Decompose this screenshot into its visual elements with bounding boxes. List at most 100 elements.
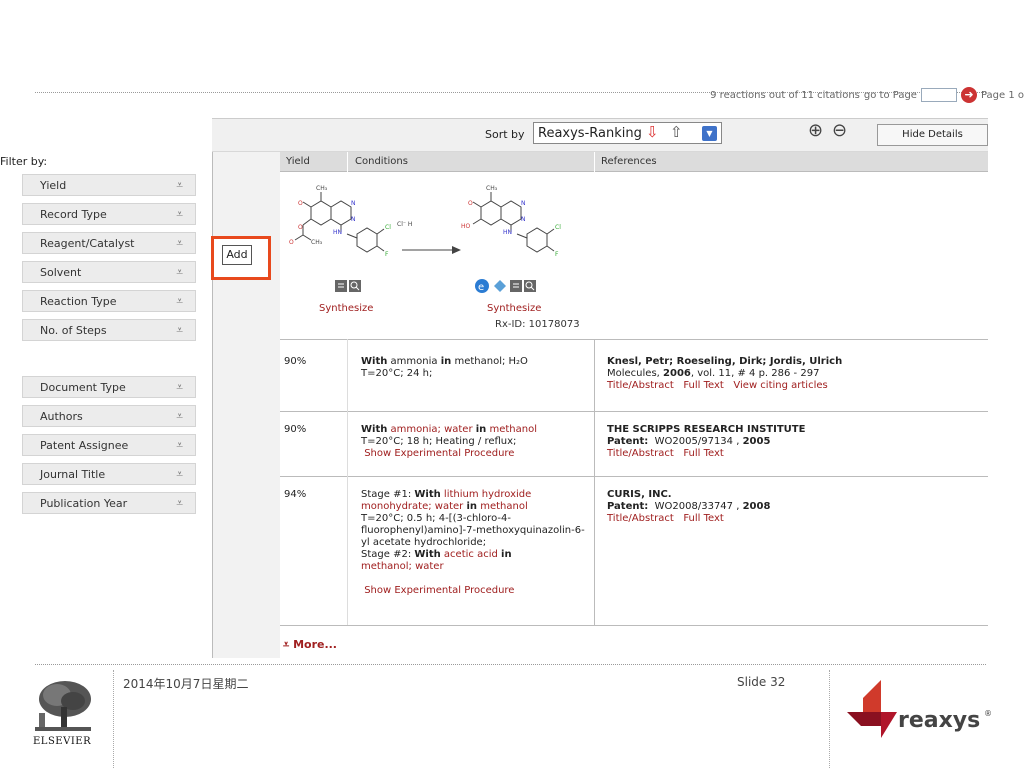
sort-down-icon[interactable]: ⇩ [646,123,659,141]
filter-reagent-catalyst[interactable]: Reagent/Catalyst ⩡ [22,232,196,254]
filter-title: Filter by: [0,155,48,168]
reagent[interactable]: acetic acid [444,549,498,560]
in-label: in [466,501,478,512]
row3-conditions: Stage #1: With lithium hydroxide monohyd… [361,489,589,597]
filter-label: Publication Year [40,496,128,510]
page-number-input[interactable] [920,88,957,102]
full-text-link[interactable]: Full Text [683,513,724,524]
filter-record-type[interactable]: Record Type ⩡ [22,203,196,225]
filter-patent-assignee[interactable]: Patent Assignee ⩡ [22,434,196,456]
expand-chevron-icon: ⩡ [176,235,183,250]
row2-conditions: With ammonia; water in methanol T=20°C; … [361,424,589,460]
slide-number: Slide 32 [737,675,786,689]
filter-label: Authors [40,409,83,423]
text-icon[interactable] [510,280,522,292]
synthesize-right-link[interactable]: Synthesize [487,303,541,314]
magnify-icon[interactable] [349,280,361,292]
row-divider [280,625,988,626]
svg-text:CH₃: CH₃ [311,239,323,246]
solvent[interactable]: methanol [489,424,537,435]
col-references[interactable]: References [601,156,657,167]
svg-text:Cl: Cl [385,224,391,231]
sort-select[interactable]: Reaxys-Ranking ▼ [533,122,722,144]
svg-text:O: O [468,200,473,207]
stage-label: Stage #2: [361,549,412,560]
title-abstract-link[interactable]: Title/Abstract [607,513,674,524]
solvent[interactable]: methanol; water [361,561,444,572]
view-citing-link[interactable]: View citing articles [733,380,827,391]
magnify-icon[interactable] [524,280,536,292]
conditions-detail: T=20°C; 18 h; Heating / reflux; [361,436,517,447]
col-conditions[interactable]: Conditions [355,156,408,167]
filter-authors[interactable]: Authors ⩡ [22,405,196,427]
svg-text:CH₃: CH₃ [316,185,328,192]
header-divider [594,152,595,172]
ref-year: 2008 [742,501,771,512]
svg-text:e: e [478,282,484,293]
reagent[interactable]: ammonia; water [391,424,473,435]
ref-authors: THE SCRIPPS RESEARCH INSTITUTE [607,424,806,435]
expand-chevron-icon: ⩡ [176,379,183,394]
col-yield[interactable]: Yield [286,156,310,167]
column-divider [347,339,348,625]
filter-journal-title[interactable]: Journal Title ⩡ [22,463,196,485]
synthesize-left-link[interactable]: Synthesize [319,303,373,314]
filter-label: No. of Steps [40,323,107,337]
show-experimental-link[interactable]: Show Experimental Procedure [364,448,514,459]
filter-no-of-steps[interactable]: No. of Steps ⩡ [22,319,196,341]
filter-label: Record Type [40,207,107,221]
show-experimental-link[interactable]: Show Experimental Procedure [364,585,514,596]
column-divider [594,339,595,625]
svg-text:HN: HN [333,229,342,236]
results-status: 9 reactions out of 11 citations [710,89,860,101]
more-link[interactable]: ⩡ More... [283,638,337,652]
svg-text:F: F [555,251,559,258]
expand-chevron-icon: ⩡ [176,495,183,510]
e-icon[interactable]: e [475,279,489,293]
zoom-in-icon[interactable]: ⊕ [808,120,823,141]
hcl-label: Cl⁻ H [397,221,412,228]
add-button[interactable]: Add [222,245,252,265]
svg-text:Cl: Cl [555,224,561,231]
goto-page-label: go to Page [863,89,917,101]
footer-divider [35,664,986,665]
row-divider [280,411,988,412]
filter-document-type[interactable]: Document Type ⩡ [22,376,196,398]
svg-text:HO: HO [461,223,471,230]
go-arrow-icon[interactable]: ➜ [960,87,977,103]
svg-text:O: O [298,224,303,231]
text-icon[interactable] [335,280,347,292]
elsevier-tree-logo [31,679,95,735]
svg-text:O: O [289,239,294,246]
title-abstract-link[interactable]: Title/Abstract [607,448,674,459]
filter-reaction-type[interactable]: Reaction Type ⩡ [22,290,196,312]
filter-label: Yield [40,178,67,192]
sort-up-icon[interactable]: ⇧ [670,123,683,141]
reaction-arrow [452,246,461,254]
filter-solvent[interactable]: Solvent ⩡ [22,261,196,283]
expand-chevron-icon: ⩡ [283,638,290,651]
header-divider [347,152,348,172]
elsevier-wordmark: ELSEVIER [33,736,92,747]
more-label: More... [293,638,337,651]
filter-yield[interactable]: Yield ⩡ [22,174,196,196]
expand-chevron-icon: ⩡ [176,206,183,221]
ref-patent-label: Patent: [607,436,649,447]
full-text-link[interactable]: Full Text [683,380,724,391]
diamond-icon[interactable] [494,280,506,292]
hide-details-button[interactable]: Hide Details [877,124,988,146]
expand-chevron-icon: ⩡ [176,177,183,192]
svg-text:N: N [351,216,356,223]
solvent[interactable]: methanol [480,501,528,512]
row3-yield: 94% [284,489,307,500]
in-label: in [440,356,452,367]
title-abstract-link[interactable]: Title/Abstract [607,380,674,391]
filter-publication-year[interactable]: Publication Year ⩡ [22,492,196,514]
zoom-out-icon[interactable]: ⊖ [832,120,847,141]
with-label: With [414,489,441,500]
svg-text:O: O [298,200,303,207]
ref-details: , vol. 11, # 4 p. 286 - 297 [690,368,820,379]
svg-text:HN: HN [503,229,512,236]
full-text-link[interactable]: Full Text [683,448,724,459]
expand-chevron-icon: ⩡ [176,293,183,308]
